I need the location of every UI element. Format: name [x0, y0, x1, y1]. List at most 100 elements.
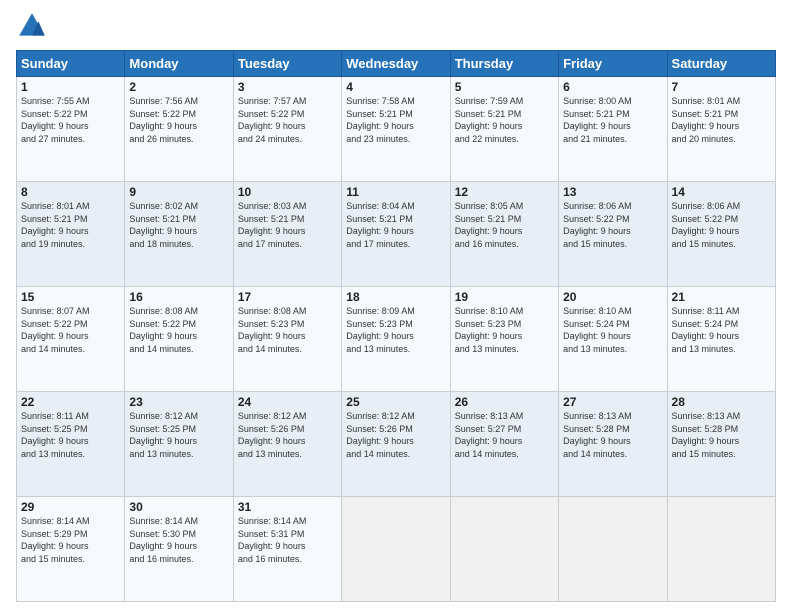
day-info: Sunrise: 8:08 AMSunset: 5:22 PMDaylight:…: [129, 305, 228, 355]
calendar-cell: 7Sunrise: 8:01 AMSunset: 5:21 PMDaylight…: [667, 77, 775, 182]
weekday-header-sunday: Sunday: [17, 51, 125, 77]
weekday-header-saturday: Saturday: [667, 51, 775, 77]
calendar-cell: 5Sunrise: 7:59 AMSunset: 5:21 PMDaylight…: [450, 77, 558, 182]
calendar-cell: 30Sunrise: 8:14 AMSunset: 5:30 PMDayligh…: [125, 497, 233, 602]
day-number: 1: [21, 80, 120, 94]
day-info: Sunrise: 8:06 AMSunset: 5:22 PMDaylight:…: [672, 200, 771, 250]
calendar-cell: 4Sunrise: 7:58 AMSunset: 5:21 PMDaylight…: [342, 77, 450, 182]
day-info: Sunrise: 8:14 AMSunset: 5:29 PMDaylight:…: [21, 515, 120, 565]
weekday-header-thursday: Thursday: [450, 51, 558, 77]
day-number: 21: [672, 290, 771, 304]
weekday-header-tuesday: Tuesday: [233, 51, 341, 77]
calendar-cell: 6Sunrise: 8:00 AMSunset: 5:21 PMDaylight…: [559, 77, 667, 182]
calendar-cell: 20Sunrise: 8:10 AMSunset: 5:24 PMDayligh…: [559, 287, 667, 392]
weekday-header-row: SundayMondayTuesdayWednesdayThursdayFrid…: [17, 51, 776, 77]
day-info: Sunrise: 8:13 AMSunset: 5:28 PMDaylight:…: [672, 410, 771, 460]
weekday-header-monday: Monday: [125, 51, 233, 77]
calendar-cell: 29Sunrise: 8:14 AMSunset: 5:29 PMDayligh…: [17, 497, 125, 602]
day-info: Sunrise: 8:03 AMSunset: 5:21 PMDaylight:…: [238, 200, 337, 250]
day-info: Sunrise: 8:01 AMSunset: 5:21 PMDaylight:…: [21, 200, 120, 250]
day-number: 29: [21, 500, 120, 514]
day-number: 20: [563, 290, 662, 304]
calendar-cell: 17Sunrise: 8:08 AMSunset: 5:23 PMDayligh…: [233, 287, 341, 392]
day-info: Sunrise: 8:02 AMSunset: 5:21 PMDaylight:…: [129, 200, 228, 250]
day-number: 2: [129, 80, 228, 94]
day-info: Sunrise: 8:09 AMSunset: 5:23 PMDaylight:…: [346, 305, 445, 355]
day-info: Sunrise: 8:06 AMSunset: 5:22 PMDaylight:…: [563, 200, 662, 250]
day-number: 28: [672, 395, 771, 409]
calendar-cell: 24Sunrise: 8:12 AMSunset: 5:26 PMDayligh…: [233, 392, 341, 497]
calendar-cell: 16Sunrise: 8:08 AMSunset: 5:22 PMDayligh…: [125, 287, 233, 392]
calendar-cell: 8Sunrise: 8:01 AMSunset: 5:21 PMDaylight…: [17, 182, 125, 287]
calendar-week-4: 22Sunrise: 8:11 AMSunset: 5:25 PMDayligh…: [17, 392, 776, 497]
day-number: 14: [672, 185, 771, 199]
calendar-cell: 26Sunrise: 8:13 AMSunset: 5:27 PMDayligh…: [450, 392, 558, 497]
weekday-header-friday: Friday: [559, 51, 667, 77]
logo-icon: [16, 10, 48, 42]
calendar-week-2: 8Sunrise: 8:01 AMSunset: 5:21 PMDaylight…: [17, 182, 776, 287]
day-info: Sunrise: 8:14 AMSunset: 5:31 PMDaylight:…: [238, 515, 337, 565]
calendar-cell: 9Sunrise: 8:02 AMSunset: 5:21 PMDaylight…: [125, 182, 233, 287]
day-number: 13: [563, 185, 662, 199]
calendar-cell: 15Sunrise: 8:07 AMSunset: 5:22 PMDayligh…: [17, 287, 125, 392]
day-number: 4: [346, 80, 445, 94]
day-number: 11: [346, 185, 445, 199]
day-info: Sunrise: 8:11 AMSunset: 5:25 PMDaylight:…: [21, 410, 120, 460]
day-info: Sunrise: 7:57 AMSunset: 5:22 PMDaylight:…: [238, 95, 337, 145]
day-number: 24: [238, 395, 337, 409]
day-number: 17: [238, 290, 337, 304]
calendar-cell: [450, 497, 558, 602]
day-info: Sunrise: 8:10 AMSunset: 5:23 PMDaylight:…: [455, 305, 554, 355]
day-info: Sunrise: 8:12 AMSunset: 5:26 PMDaylight:…: [238, 410, 337, 460]
header: [16, 10, 776, 42]
day-number: 23: [129, 395, 228, 409]
day-number: 3: [238, 80, 337, 94]
logo: [16, 10, 52, 42]
day-number: 7: [672, 80, 771, 94]
calendar-cell: [667, 497, 775, 602]
day-info: Sunrise: 8:08 AMSunset: 5:23 PMDaylight:…: [238, 305, 337, 355]
day-number: 6: [563, 80, 662, 94]
calendar-cell: 10Sunrise: 8:03 AMSunset: 5:21 PMDayligh…: [233, 182, 341, 287]
weekday-header-wednesday: Wednesday: [342, 51, 450, 77]
calendar-cell: 23Sunrise: 8:12 AMSunset: 5:25 PMDayligh…: [125, 392, 233, 497]
day-info: Sunrise: 7:55 AMSunset: 5:22 PMDaylight:…: [21, 95, 120, 145]
calendar-cell: 18Sunrise: 8:09 AMSunset: 5:23 PMDayligh…: [342, 287, 450, 392]
day-info: Sunrise: 8:07 AMSunset: 5:22 PMDaylight:…: [21, 305, 120, 355]
day-info: Sunrise: 8:13 AMSunset: 5:27 PMDaylight:…: [455, 410, 554, 460]
calendar-cell: 3Sunrise: 7:57 AMSunset: 5:22 PMDaylight…: [233, 77, 341, 182]
calendar-cell: 31Sunrise: 8:14 AMSunset: 5:31 PMDayligh…: [233, 497, 341, 602]
day-number: 25: [346, 395, 445, 409]
calendar-week-5: 29Sunrise: 8:14 AMSunset: 5:29 PMDayligh…: [17, 497, 776, 602]
day-info: Sunrise: 8:00 AMSunset: 5:21 PMDaylight:…: [563, 95, 662, 145]
day-info: Sunrise: 8:12 AMSunset: 5:25 PMDaylight:…: [129, 410, 228, 460]
calendar-week-1: 1Sunrise: 7:55 AMSunset: 5:22 PMDaylight…: [17, 77, 776, 182]
calendar-table: SundayMondayTuesdayWednesdayThursdayFrid…: [16, 50, 776, 602]
calendar-cell: 11Sunrise: 8:04 AMSunset: 5:21 PMDayligh…: [342, 182, 450, 287]
day-info: Sunrise: 8:01 AMSunset: 5:21 PMDaylight:…: [672, 95, 771, 145]
day-info: Sunrise: 8:13 AMSunset: 5:28 PMDaylight:…: [563, 410, 662, 460]
day-info: Sunrise: 8:04 AMSunset: 5:21 PMDaylight:…: [346, 200, 445, 250]
page: SundayMondayTuesdayWednesdayThursdayFrid…: [0, 0, 792, 612]
calendar-cell: [559, 497, 667, 602]
day-number: 30: [129, 500, 228, 514]
day-info: Sunrise: 8:14 AMSunset: 5:30 PMDaylight:…: [129, 515, 228, 565]
calendar-cell: 2Sunrise: 7:56 AMSunset: 5:22 PMDaylight…: [125, 77, 233, 182]
day-info: Sunrise: 8:05 AMSunset: 5:21 PMDaylight:…: [455, 200, 554, 250]
day-info: Sunrise: 8:11 AMSunset: 5:24 PMDaylight:…: [672, 305, 771, 355]
day-number: 26: [455, 395, 554, 409]
calendar-cell: 19Sunrise: 8:10 AMSunset: 5:23 PMDayligh…: [450, 287, 558, 392]
day-info: Sunrise: 7:58 AMSunset: 5:21 PMDaylight:…: [346, 95, 445, 145]
calendar-week-3: 15Sunrise: 8:07 AMSunset: 5:22 PMDayligh…: [17, 287, 776, 392]
day-info: Sunrise: 8:12 AMSunset: 5:26 PMDaylight:…: [346, 410, 445, 460]
day-number: 31: [238, 500, 337, 514]
calendar-cell: 14Sunrise: 8:06 AMSunset: 5:22 PMDayligh…: [667, 182, 775, 287]
calendar-cell: 22Sunrise: 8:11 AMSunset: 5:25 PMDayligh…: [17, 392, 125, 497]
day-number: 12: [455, 185, 554, 199]
calendar-cell: 27Sunrise: 8:13 AMSunset: 5:28 PMDayligh…: [559, 392, 667, 497]
calendar-cell: 1Sunrise: 7:55 AMSunset: 5:22 PMDaylight…: [17, 77, 125, 182]
day-number: 27: [563, 395, 662, 409]
day-number: 19: [455, 290, 554, 304]
calendar-cell: 12Sunrise: 8:05 AMSunset: 5:21 PMDayligh…: [450, 182, 558, 287]
calendar-cell: 25Sunrise: 8:12 AMSunset: 5:26 PMDayligh…: [342, 392, 450, 497]
